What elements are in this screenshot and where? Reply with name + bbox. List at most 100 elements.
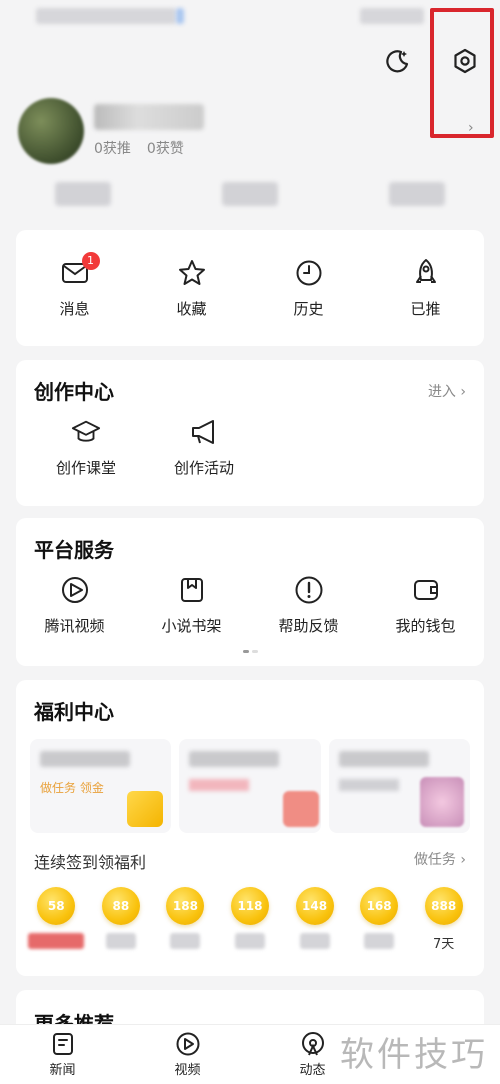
service-item-label: 小说书架 <box>161 617 222 635</box>
quick-item-recommended[interactable]: 已推 <box>376 258 476 319</box>
avatar[interactable] <box>18 98 84 164</box>
broadcast-icon <box>301 1032 324 1056</box>
coin-icon: 188 <box>166 887 205 925</box>
chevron-right-icon: › <box>468 120 474 136</box>
page-dot-active <box>242 650 249 653</box>
welfare-center-card: 福利中心 做任务 领金 连续签到领福利 做任务 › 58 88 188 118 … <box>16 680 484 976</box>
signin-day[interactable]: 88 <box>93 887 149 952</box>
banner-title-blurred <box>189 751 280 767</box>
profile-info: 0获推 0获赞 <box>94 104 204 158</box>
creator-item-label: 创作活动 <box>173 459 234 477</box>
welfare-banner-3[interactable] <box>328 739 470 833</box>
coin-icon: 88 <box>101 887 140 925</box>
day-label-blurred <box>105 933 136 949</box>
creator-center-enter-link[interactable]: 进入 › <box>428 381 466 401</box>
wallet-icon <box>411 575 441 605</box>
quick-item-messages[interactable]: 1 消息 <box>25 251 125 319</box>
profile-counts: 0获推 0获赞 <box>94 138 204 158</box>
tab-news[interactable]: 新闻 <box>0 1025 125 1084</box>
tab-label: 视频 <box>174 1063 201 1078</box>
watermark: 软件技巧 <box>340 1035 488 1075</box>
creator-center-header: 创作中心 进入 › <box>16 360 484 405</box>
creator-center-title: 创作中心 <box>34 380 114 404</box>
signin-title: 连续签到领福利 <box>34 853 147 872</box>
creator-item-course[interactable]: 创作课堂 <box>34 417 138 478</box>
play-circle-icon <box>176 1032 199 1056</box>
mail-icon: 1 <box>60 251 100 288</box>
status-bar-left-blur <box>36 8 176 24</box>
megaphone-icon <box>189 417 219 447</box>
banner-title-blurred <box>338 751 429 767</box>
clock-icon <box>294 258 324 288</box>
profile-header[interactable]: 0获推 0获赞 <box>18 98 204 164</box>
do-task-link[interactable]: 做任务 › <box>414 849 466 873</box>
stats-row <box>0 182 500 206</box>
service-item-label: 帮助反馈 <box>278 617 339 635</box>
username-blurred <box>94 104 204 130</box>
signin-day[interactable]: 168 <box>351 887 407 952</box>
signin-day[interactable]: 888 7天 <box>416 887 472 952</box>
signin-day[interactable]: 188 <box>157 887 213 952</box>
status-bar-blue-blur <box>176 8 184 24</box>
stat-blur-1[interactable] <box>55 182 112 206</box>
service-item-help-feedback[interactable]: 帮助反馈 <box>259 575 359 636</box>
day-label-blurred <box>299 933 330 949</box>
rocket-icon <box>411 258 441 288</box>
service-item-novel-shelf[interactable]: 小说书架 <box>142 575 242 636</box>
book-icon <box>177 575 207 605</box>
page-indicator <box>16 650 484 653</box>
status-bar-right-blur <box>360 8 424 24</box>
quick-item-favorites[interactable]: 收藏 <box>142 258 242 319</box>
coin-icon: 168 <box>360 887 399 925</box>
platform-services-title: 平台服务 <box>34 538 114 562</box>
creator-item-label: 创作课堂 <box>55 459 116 477</box>
service-item-tencent-video[interactable]: 腾讯视频 <box>25 575 125 636</box>
service-item-label: 腾讯视频 <box>44 617 105 635</box>
signin-day[interactable]: 118 <box>222 887 278 952</box>
stat-blur-2[interactable] <box>221 182 278 206</box>
stat-blur-3[interactable] <box>388 182 445 206</box>
quick-item-label: 消息 <box>59 299 90 318</box>
service-item-label: 我的钱包 <box>395 617 456 635</box>
exclamation-circle-icon <box>294 575 324 605</box>
welfare-banner-1[interactable]: 做任务 领金 <box>30 739 172 833</box>
quick-item-label: 已推 <box>410 299 441 318</box>
signin-day[interactable]: 148 <box>287 887 343 952</box>
day-label-blurred <box>234 933 265 949</box>
banner-subtitle-blurred <box>338 779 399 791</box>
red-gift-icon <box>283 791 320 827</box>
unread-badge: 1 <box>81 251 100 270</box>
platform-services-card: 平台服务 腾讯视频 小说书架 帮助反馈 我的钱包 <box>16 518 484 666</box>
tab-label: 新闻 <box>49 1063 76 1078</box>
settings-highlight-box <box>430 8 494 138</box>
banner-subtitle-blurred <box>189 779 250 791</box>
signin-coins: 58 88 188 118 148 168 888 7天 <box>16 873 484 952</box>
welfare-banner-2[interactable] <box>179 739 321 833</box>
quick-item-history[interactable]: 历史 <box>259 258 359 319</box>
coin-icon: 888 <box>424 887 463 925</box>
creator-center-card: 创作中心 进入 › 创作课堂 创作活动 <box>16 360 484 506</box>
creator-item-activity[interactable]: 创作活动 <box>152 417 256 478</box>
banner-subtitle: 做任务 领金 <box>40 781 104 795</box>
tab-video[interactable]: 视频 <box>125 1025 250 1084</box>
coin-icon: 118 <box>230 887 269 925</box>
signin-day[interactable]: 58 <box>28 887 85 952</box>
gift-coin-icon <box>127 791 164 827</box>
welfare-banners: 做任务 领金 <box>16 725 484 833</box>
day-label: 7天 <box>433 937 455 952</box>
night-mode-icon[interactable] <box>380 44 414 78</box>
graduation-cap-icon <box>71 417 101 447</box>
coin-icon: 148 <box>295 887 334 925</box>
quick-item-label: 历史 <box>293 299 324 318</box>
star-icon <box>177 258 207 288</box>
recommend-count: 0获推 <box>94 141 131 157</box>
coin-icon: 58 <box>37 887 76 925</box>
signin-header: 连续签到领福利 做任务 › <box>16 833 484 873</box>
tencent-video-icon <box>60 575 90 605</box>
like-count: 0获赞 <box>146 141 184 157</box>
platform-services-header: 平台服务 <box>16 518 484 563</box>
tab-label: 动态 <box>299 1063 326 1078</box>
quick-item-label: 收藏 <box>176 299 207 318</box>
service-item-wallet[interactable]: 我的钱包 <box>376 575 476 636</box>
service-items: 腾讯视频 小说书架 帮助反馈 我的钱包 <box>16 563 484 636</box>
